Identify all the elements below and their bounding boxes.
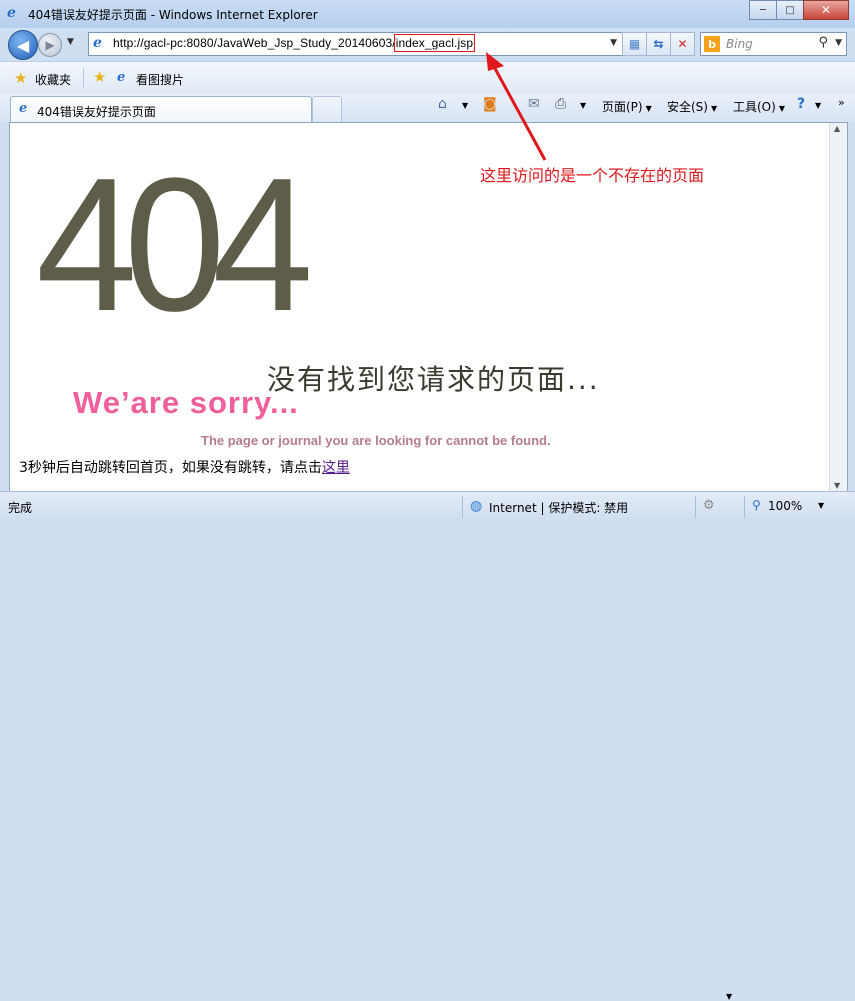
site-icon: e (117, 70, 126, 85)
home-icon[interactable]: ⌂ (438, 96, 447, 112)
ie-logo-icon: e (7, 5, 16, 21)
forward-button[interactable]: ▶ (38, 33, 62, 57)
compatibility-view-button[interactable]: ▦ (622, 32, 647, 56)
sorry-heading: We’are sorry... (73, 385, 299, 420)
zoom-dropdown[interactable]: ▼ (818, 501, 824, 510)
page-menu-label: 页面(P) (602, 100, 643, 114)
scroll-up-icon[interactable]: ▲ (834, 124, 840, 133)
favorites-divider (83, 68, 84, 88)
close-button[interactable]: ✕ (803, 0, 849, 20)
arrow-right-icon: ▶ (45, 38, 55, 52)
print-dropdown[interactable]: ▼ (580, 101, 586, 110)
error-code: 404 (36, 139, 313, 351)
arrow-left-icon: ◀ (16, 35, 30, 55)
redirect-link[interactable]: 这里 (322, 460, 350, 476)
search-placeholder: Bing (726, 37, 753, 51)
minimize-button[interactable]: ─ (749, 0, 777, 20)
stop-icon: ✕ (677, 37, 688, 51)
vertical-scrollbar[interactable]: ▲ ▼ (829, 123, 847, 492)
recent-pages-dropdown[interactable]: ▼ (67, 37, 74, 47)
redirect-text: 3秒钟后自动跳转回首页，如果没有跳转，请点击 (19, 460, 322, 476)
safety-menu[interactable]: 安全(S) ▼ (667, 98, 717, 115)
zoom-level[interactable]: 100% (768, 499, 802, 513)
maximize-button[interactable]: □ (776, 0, 804, 20)
title-bar: e 404错误友好提示页面 - Windows Internet Explore… (0, 0, 855, 28)
not-found-subtext: The page or journal you are looking for … (201, 433, 551, 448)
favorite-link[interactable]: 看图搜片 (136, 71, 184, 88)
search-box[interactable]: b Bing ⚲ ▼ (700, 32, 847, 56)
status-divider (695, 496, 696, 518)
home-dropdown[interactable]: ▼ (462, 101, 468, 110)
window-controls: ─ □ ✕ (749, 0, 849, 20)
help-icon[interactable]: ? (797, 96, 805, 112)
address-dropdown[interactable]: ▼ (610, 38, 617, 48)
favorites-bar: ★ 收藏夹 ★ e 看图搜片 (0, 61, 855, 94)
security-dropdown[interactable]: ▼ (726, 992, 732, 1001)
url-prefix: http://gacl-pc:8080/JavaWeb_Jsp_Study_20… (113, 36, 396, 50)
tab-label: 404错误友好提示页面 (37, 105, 156, 119)
more-commands-icon[interactable]: » (838, 96, 845, 109)
search-icon[interactable]: ⚲ (818, 35, 828, 50)
scroll-down-icon[interactable]: ▼ (834, 481, 840, 490)
back-button[interactable]: ◀ (8, 30, 38, 60)
mail-icon[interactable]: ✉ (528, 96, 540, 112)
status-text: 完成 (8, 501, 33, 515)
address-bar[interactable]: e http://gacl-pc:8080/JavaWeb_Jsp_Study_… (88, 32, 623, 56)
globe-icon: ◍ (470, 498, 483, 514)
tools-menu[interactable]: 工具(O) ▼ (733, 98, 785, 115)
address-url[interactable]: http://gacl-pc:8080/JavaWeb_Jsp_Study_20… (113, 34, 476, 52)
rss-feed-icon[interactable]: ◙ (483, 96, 497, 112)
tab-page-icon: e (19, 101, 28, 116)
page-menu[interactable]: 页面(P) ▼ (602, 98, 652, 115)
print-icon[interactable]: ⎙ (555, 96, 566, 112)
favorites-button[interactable]: 收藏夹 (35, 71, 71, 88)
status-divider (462, 496, 463, 518)
window-title: 404错误友好提示页面 - Windows Internet Explorer (28, 8, 318, 22)
redirect-notice: 3秒钟后自动跳转回首页，如果没有跳转，请点击这里 (19, 457, 350, 477)
add-favorite-icon[interactable]: ★ (93, 68, 106, 86)
bing-logo-icon: b (704, 36, 720, 52)
stop-button[interactable]: ✕ (670, 32, 695, 56)
status-bar: 完成 ◍ Internet | 保护模式: 禁用 ⚙ ▼ ⚲ 100% ▼ (0, 491, 855, 1001)
status-divider (744, 496, 745, 518)
refresh-icon: ⇆ (653, 37, 664, 51)
tab-row: e 404错误友好提示页面 (0, 93, 855, 123)
refresh-button[interactable]: ⇆ (646, 32, 671, 56)
security-settings-icon[interactable]: ⚙ (703, 498, 715, 513)
tab-current[interactable]: e 404错误友好提示页面 (10, 96, 312, 123)
help-dropdown[interactable]: ▼ (815, 101, 821, 110)
new-tab-button[interactable] (312, 96, 342, 122)
search-dropdown[interactable]: ▼ (835, 38, 842, 48)
security-zone[interactable]: Internet | 保护模式: 禁用 (489, 499, 628, 516)
address-tools: ▦ ⇆ ✕ (622, 32, 695, 56)
compatibility-icon: ▦ (628, 37, 641, 51)
error-image: 404 没有找到您请求的页面... We’are sorry... The pa… (21, 142, 721, 454)
page-content: 404 没有找到您请求的页面... We’are sorry... The pa… (9, 122, 848, 493)
tools-menu-label: 工具(O) (733, 100, 776, 114)
favorites-star-icon[interactable]: ★ (14, 69, 27, 87)
not-found-message: 没有找到您请求的页面... (267, 363, 600, 396)
safety-menu-label: 安全(S) (667, 100, 708, 114)
navigation-bar: ◀ ▶ ▼ e http://gacl-pc:8080/JavaWeb_Jsp_… (0, 28, 855, 61)
annotation-text: 这里访问的是一个不存在的页面 (480, 166, 705, 185)
zoom-icon[interactable]: ⚲ (752, 498, 761, 512)
url-filename: index_gacl.jsp (393, 34, 476, 52)
page-icon: e (93, 35, 102, 51)
